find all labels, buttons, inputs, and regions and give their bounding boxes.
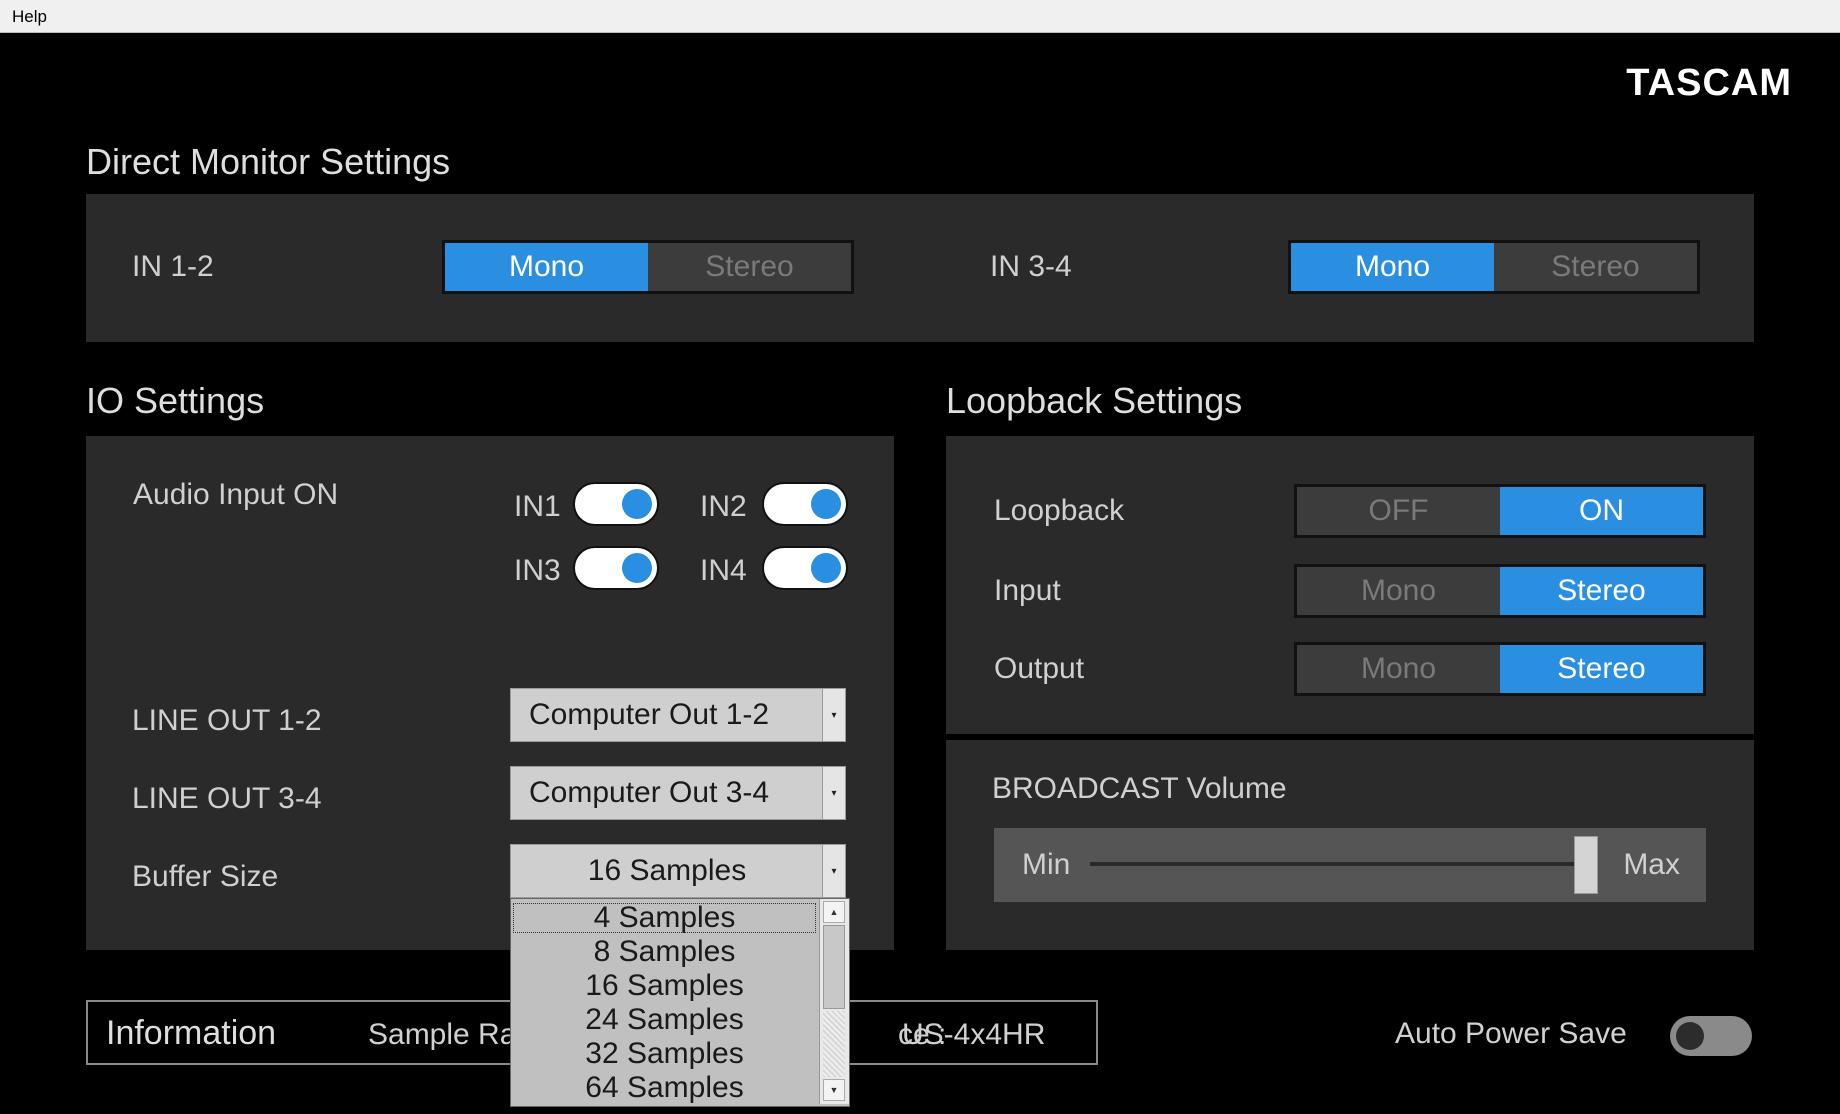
loopback-settings-title: Loopback Settings bbox=[946, 380, 1243, 421]
loopback-output-mono-option[interactable]: Mono bbox=[1297, 645, 1500, 693]
loopback-input-mono-option[interactable]: Mono bbox=[1297, 567, 1500, 615]
scrollbar-track[interactable] bbox=[823, 1011, 845, 1077]
slider-rail bbox=[1090, 862, 1586, 866]
in2-toggle[interactable] bbox=[762, 482, 848, 526]
menu-bar: Help bbox=[0, 0, 1840, 33]
in1-label: IN1 bbox=[514, 490, 561, 523]
in12-mode-selector: Mono Stereo bbox=[442, 240, 854, 294]
line-out-34-label: LINE OUT 3-4 bbox=[132, 782, 322, 815]
in3-toggle[interactable] bbox=[573, 546, 659, 590]
broadcast-volume-title: BROADCAST Volume bbox=[992, 772, 1287, 805]
in34-mode-selector: Mono Stereo bbox=[1288, 240, 1700, 294]
chevron-down-icon[interactable]: ▾ bbox=[822, 767, 845, 819]
in34-mono-option[interactable]: Mono bbox=[1291, 243, 1494, 291]
buffer-option-24[interactable]: 24 Samples bbox=[511, 1003, 818, 1037]
line-out-12-value: Computer Out 1-2 bbox=[529, 698, 770, 731]
direct-monitor-panel: IN 1-2 Mono Stereo IN 3-4 Mono Stereo bbox=[86, 194, 1754, 342]
in4-label: IN4 bbox=[700, 554, 747, 587]
toggle-knob bbox=[622, 489, 652, 519]
toggle-knob bbox=[1676, 1022, 1704, 1050]
line-out-12-select[interactable]: Computer Out 1-2 ▾ bbox=[510, 688, 846, 742]
in34-label: IN 3-4 bbox=[990, 250, 1072, 283]
slider-min-label: Min bbox=[1022, 848, 1071, 881]
dropdown-scrollbar[interactable]: ▲ ▼ bbox=[819, 899, 849, 1104]
loopback-input-selector: Mono Stereo bbox=[1294, 564, 1706, 618]
in12-mono-option[interactable]: Mono bbox=[445, 243, 648, 291]
line-out-34-select[interactable]: Computer Out 3-4 ▾ bbox=[510, 766, 846, 820]
chevron-down-icon[interactable]: ▾ bbox=[822, 689, 845, 741]
auto-power-save-toggle[interactable] bbox=[1670, 1016, 1752, 1056]
scrollbar-thumb[interactable] bbox=[823, 925, 845, 1009]
loopback-on-option[interactable]: ON bbox=[1500, 487, 1703, 535]
loopback-off-option[interactable]: OFF bbox=[1297, 487, 1500, 535]
broadcast-volume-slider[interactable]: Min Max bbox=[994, 828, 1706, 902]
buffer-option-64[interactable]: 64 Samples bbox=[511, 1071, 818, 1105]
loopback-input-stereo-option[interactable]: Stereo bbox=[1500, 567, 1703, 615]
in2-label: IN2 bbox=[700, 490, 747, 523]
chevron-down-icon[interactable]: ▾ bbox=[822, 845, 845, 897]
sample-rate-label: Sample Ra bbox=[368, 1018, 517, 1051]
buffer-size-value: 16 Samples bbox=[587, 854, 747, 887]
line-out-12-label: LINE OUT 1-2 bbox=[132, 704, 322, 737]
slider-max-label: Max bbox=[1623, 848, 1680, 881]
loopback-selector: OFF ON bbox=[1294, 484, 1706, 538]
in12-stereo-option[interactable]: Stereo bbox=[648, 243, 851, 291]
in4-toggle[interactable] bbox=[762, 546, 848, 590]
in1-toggle[interactable] bbox=[573, 482, 659, 526]
loopback-output-selector: Mono Stereo bbox=[1294, 642, 1706, 696]
toggle-knob bbox=[622, 553, 652, 583]
buffer-option-16[interactable]: 16 Samples bbox=[511, 969, 818, 1003]
loopback-input-label: Input bbox=[994, 574, 1061, 607]
line-out-34-value: Computer Out 3-4 bbox=[529, 776, 770, 809]
information-title: Information bbox=[106, 1014, 277, 1052]
loopback-output-label: Output bbox=[994, 652, 1085, 685]
scroll-up-icon[interactable]: ▲ bbox=[823, 901, 845, 923]
in12-label: IN 1-2 bbox=[132, 250, 214, 283]
buffer-option-32[interactable]: 32 Samples bbox=[511, 1037, 818, 1071]
device-value: US-4x4HR bbox=[902, 1018, 1046, 1051]
direct-monitor-title: Direct Monitor Settings bbox=[86, 141, 451, 182]
in34-stereo-option[interactable]: Stereo bbox=[1494, 243, 1697, 291]
buffer-option-4[interactable]: 4 Samples bbox=[511, 901, 818, 935]
loopback-panel: Loopback OFF ON Input Mono Stereo Output… bbox=[946, 436, 1754, 734]
scroll-down-icon[interactable]: ▼ bbox=[823, 1079, 845, 1101]
buffer-option-8[interactable]: 8 Samples bbox=[511, 935, 818, 969]
buffer-size-select[interactable]: 16 Samples ▾ bbox=[510, 844, 846, 898]
audio-input-label: Audio Input ON bbox=[133, 478, 339, 511]
menu-help[interactable]: Help bbox=[12, 7, 47, 27]
io-settings-title: IO Settings bbox=[86, 380, 265, 421]
io-settings-panel: Audio Input ON IN1 IN2 IN3 IN4 LINE OUT … bbox=[86, 436, 894, 950]
slider-thumb[interactable] bbox=[1574, 836, 1598, 894]
toggle-knob bbox=[811, 553, 841, 583]
loopback-output-stereo-option[interactable]: Stereo bbox=[1500, 645, 1703, 693]
tascam-logo: TASCAM bbox=[1626, 62, 1792, 104]
in3-label: IN3 bbox=[514, 554, 561, 587]
auto-power-save-label: Auto Power Save bbox=[1395, 1017, 1627, 1050]
toggle-knob bbox=[811, 489, 841, 519]
buffer-size-label: Buffer Size bbox=[132, 860, 279, 893]
broadcast-panel: BROADCAST Volume Min Max bbox=[946, 740, 1754, 950]
buffer-size-dropdown-list: 4 Samples 8 Samples 16 Samples 24 Sample… bbox=[510, 898, 850, 1107]
loopback-label: Loopback bbox=[994, 494, 1125, 527]
